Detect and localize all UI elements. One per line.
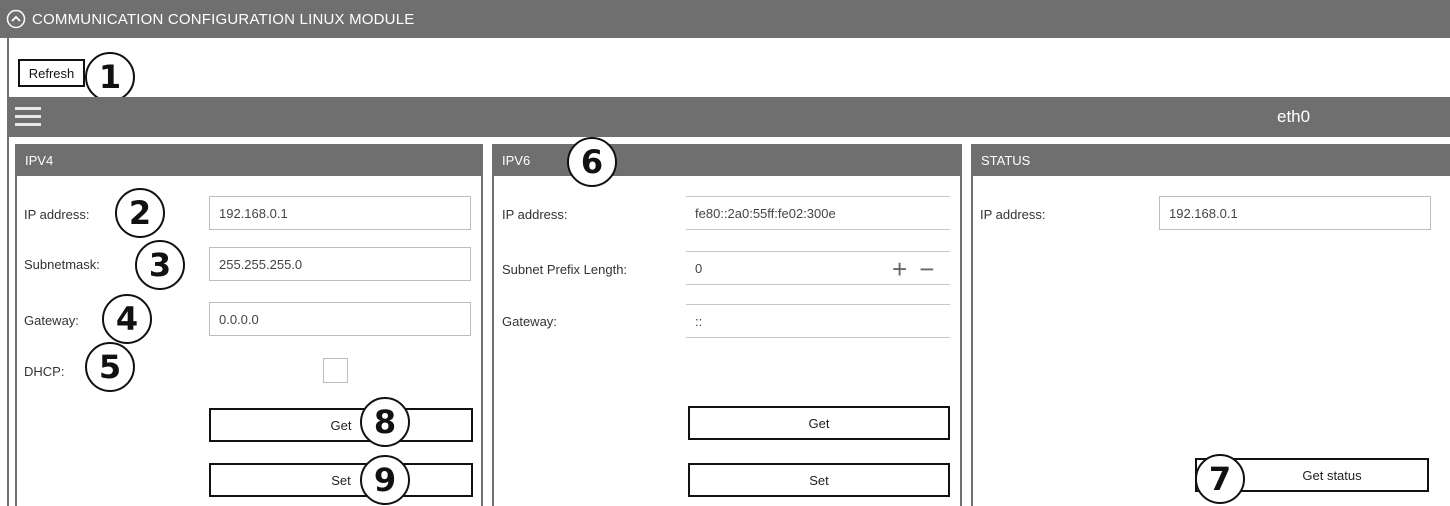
ipv4-subnet-field[interactable]: 255.255.255.0	[209, 247, 471, 281]
callout-badge: 8	[360, 397, 410, 447]
ipv6-get-button[interactable]: Get	[688, 406, 950, 440]
callout-badge: 7	[1195, 454, 1245, 504]
callout-badge: 5	[85, 342, 135, 392]
ipv6-set-button[interactable]: Set	[688, 463, 950, 497]
status-panel-header: STATUS	[973, 144, 1450, 176]
refresh-button[interactable]: Refresh	[18, 59, 85, 87]
ipv6-ip-label: IP address:	[502, 207, 568, 222]
ipv6-gateway-field[interactable]: ::	[686, 304, 950, 338]
callout-badge: 1	[85, 52, 135, 102]
ipv4-ip-field[interactable]: 192.168.0.1	[209, 196, 471, 230]
plus-icon[interactable]: +	[892, 256, 907, 282]
window-title: COMMUNICATION CONFIGURATION LINUX MODULE	[32, 10, 415, 28]
ipv4-ip-label: IP address:	[24, 207, 90, 222]
callout-badge: 6	[567, 137, 617, 187]
ipv4-panel: IPV4 IP address: 192.168.0.1 Subnetmask:…	[15, 144, 483, 506]
title-bar: COMMUNICATION CONFIGURATION LINUX MODULE	[0, 0, 1450, 38]
menu-icon[interactable]	[15, 107, 41, 127]
status-ip-label: IP address:	[980, 207, 1046, 222]
interface-name: eth0	[1277, 107, 1311, 126]
ipv6-panel: IPV6 IP address: fe80::2a0:55ff:fe02:300…	[492, 144, 962, 506]
ipv4-gateway-field[interactable]: 0.0.0.0	[209, 302, 471, 336]
callout-badge: 3	[135, 240, 185, 290]
ipv6-ip-field[interactable]: fe80::2a0:55ff:fe02:300e	[686, 196, 950, 230]
status-panel: STATUS IP address: 192.168.0.1 Get statu…	[971, 144, 1450, 506]
interface-bar: eth0	[7, 97, 1450, 137]
minus-icon[interactable]: −	[919, 256, 934, 282]
prefix-stepper: + −	[892, 256, 934, 282]
status-ip-field[interactable]: 192.168.0.1	[1159, 196, 1431, 230]
ipv4-panel-header: IPV4	[17, 144, 481, 176]
chevron-up-icon[interactable]	[6, 9, 26, 29]
ipv4-set-button[interactable]: Set	[209, 463, 473, 497]
ipv4-subnet-label: Subnetmask:	[24, 257, 100, 272]
callout-badge: 4	[102, 294, 152, 344]
callout-badge: 2	[115, 188, 165, 238]
ipv6-gateway-label: Gateway:	[502, 314, 557, 329]
ipv4-get-button[interactable]: Get	[209, 408, 473, 442]
dhcp-checkbox[interactable]	[323, 358, 348, 383]
dhcp-label: DHCP:	[24, 364, 65, 379]
callout-badge: 9	[360, 455, 410, 505]
ipv6-prefix-label: Subnet Prefix Length:	[502, 262, 628, 277]
ipv6-panel-header: IPV6	[494, 144, 960, 176]
ipv4-gateway-label: Gateway:	[24, 313, 79, 328]
